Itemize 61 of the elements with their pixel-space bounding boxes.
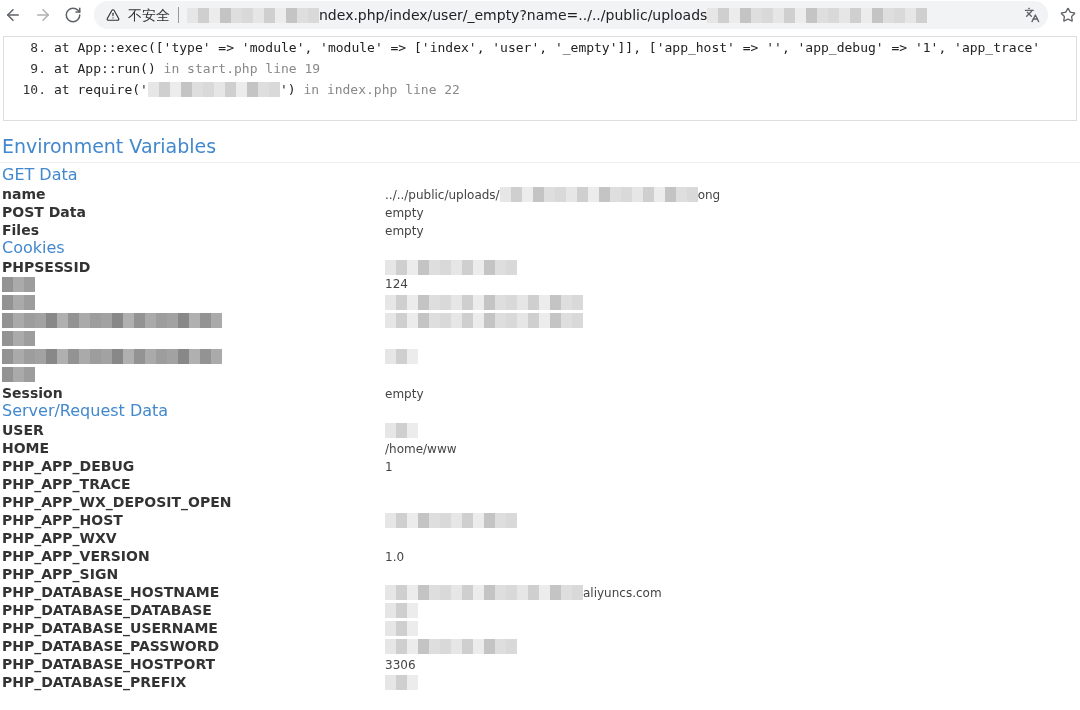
url-text: ndex.php/index/user/_empty?name=../../public/uploads [319,5,708,25]
variable-value: 1 [385,458,393,476]
variable-value: 1.0 [385,548,405,566]
variable-value: aliyuncs.com [583,584,662,602]
variable-name: PHP_APP_WXV [2,529,117,549]
redaction-mosaic [2,330,35,346]
trace-code: at App::run() [54,59,156,78]
line-number: 9. [29,59,47,78]
trace-location: in index.php line 22 [302,80,460,99]
section-title: Environment Variables [2,134,218,159]
group-heading: Server/Request Data [2,401,169,420]
variable-name: USER [2,421,44,440]
line-number: 8. [29,38,47,57]
variable-name: PHP_APP_VERSION [2,547,150,567]
variable-name: HOME [2,439,50,458]
variable-name: PHP_DATABASE_DATABASE [2,601,212,621]
variable-name: PHP_APP_TRACE [2,475,131,495]
back-icon[interactable] [4,6,22,24]
variable-value: ../../public/uploads/ [385,186,500,204]
reload-icon[interactable] [64,6,82,24]
line-number: 10. [21,80,47,99]
trace-code: at require(' [54,80,148,99]
variable-value: 3306 [385,656,416,674]
variable-name: PHPSESSID [2,258,91,277]
variable-name: Files [2,221,39,240]
variable-name: PHP_APP_HOST [2,511,123,531]
address-bar[interactable]: 不安全 ndex.php/index/user/_empty?name=../../public/uploads [94,1,1048,29]
warning-icon [106,8,120,22]
redaction-mosaic [2,276,35,292]
variable-name: PHP_DATABASE_USERNAME [2,619,218,639]
redaction-mosaic [2,294,35,310]
variable-value: empty [385,222,424,240]
security-label: 不安全 [128,5,170,25]
variable-value: empty [385,385,424,403]
variable-name: PHP_APP_SIGN [2,565,119,585]
variable-name: PHP_DATABASE_HOSTPORT [2,655,216,675]
variable-name: PHP_DATABASE_PASSWORD [2,637,220,657]
variable-value: /home/www [385,440,457,458]
variable-value: empty [385,204,424,222]
translate-icon[interactable] [1024,7,1040,23]
redaction-mosaic [385,621,418,636]
redaction-mosaic [385,675,418,690]
redaction-mosaic [385,603,418,618]
variable-value: ong [697,186,721,204]
variable-name: PHP_APP_WX_DEPOSIT_OPEN [2,493,232,513]
trace-code: at App::exec(['type' => 'module', 'module' => ['index', 'user', '_empty']], ['app_host' => '', 'app_debug' => '1', 'app_trace' [54,38,1041,57]
group-heading: GET Data [2,165,78,184]
redaction-mosaic [385,348,418,364]
redaction-mosaic [2,366,35,382]
bookmark-star-icon[interactable] [1060,7,1076,23]
variable-name: PHP_DATABASE_PREFIX [2,673,187,693]
variable-name: POST Data [2,203,86,222]
variable-value: 124 [385,276,408,293]
variable-name: Session [2,384,63,403]
group-heading: Cookies [2,238,65,257]
variable-name: name [2,185,46,204]
trace-location: in start.php line 19 [162,59,321,78]
variable-name: PHP_DATABASE_HOSTNAME [2,583,220,603]
redaction-mosaic [385,423,418,438]
trace-code: ') [279,80,296,99]
variable-name: PHP_APP_DEBUG [2,457,135,477]
